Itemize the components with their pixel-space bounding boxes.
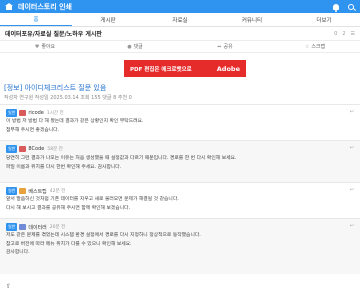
comment-text: 파일 이름과 위치를 다시 한번 확인해 주세요. 감사합니다. (6, 164, 122, 170)
comment-label: 댓글 (133, 44, 143, 50)
reply-icon[interactable]: ↩ (350, 187, 354, 193)
comment-text: 이 방법 저 방법 다 해 봤는데 결과가 같은 상황인지 확인 부탁드려요. (6, 119, 144, 124)
like-label: 좋아요 (41, 44, 56, 50)
member-badge: 일반 (6, 223, 18, 231)
bell-icon (332, 3, 339, 12)
comment-author[interactable]: 베스트팁 (28, 188, 46, 195)
menu-icon[interactable]: ☰ (351, 31, 355, 37)
share-label: 공유 (223, 44, 233, 50)
level-icon (19, 224, 27, 230)
member-badge: 일반 (6, 109, 18, 117)
comment-text: 첨부해 주시면 좋겠습니다. (6, 127, 60, 133)
like-button[interactable]: ♥ 좋아요 (0, 41, 90, 52)
nav-tab-board[interactable]: 게시판 (72, 13, 144, 26)
comment-text: 앞서 말씀하신 것처럼 기존 데이터를 지우고 새로 불러오면 문제가 해결될 … (6, 197, 179, 202)
comment-item: 일반 베스트팁 42분 전 ↩ 앞서 말씀하신 것처럼 기존 데이터를 지우고 … (0, 182, 360, 218)
ad-text: PDF 편집은 에크로뱃으로 (130, 66, 192, 73)
views-count: 0 (334, 30, 338, 37)
comment-button[interactable]: ● 댓글 (90, 41, 180, 52)
comment-author[interactable]: 8Code (28, 146, 44, 152)
comment-time: 20분 전 (49, 225, 66, 230)
comment-item: 일반 ricode 1시간 전 ↩ 이 방법 저 방법 다 해 봤는데 결과가 … (0, 104, 360, 140)
comment-text: 참고로 버전에 따라 메뉴 위치가 다를 수 있으니 확인해 보세요. (6, 241, 132, 247)
scrap-label: 스크랩 (311, 44, 326, 50)
scrap-button[interactable]: ☆ 스크랩 (270, 41, 360, 52)
reply-icon[interactable]: ↩ (350, 145, 354, 151)
search-button[interactable] (346, 2, 355, 11)
comment-time: 58분 전 (47, 147, 63, 152)
comment-text: 감사합니다. (6, 250, 30, 256)
post-meta: 작성자 연구원 작성일 2025.03.14 조회 155 댓글 8 추천 0 (4, 95, 132, 101)
heart-icon: ♥ (34, 43, 40, 50)
search-icon (347, 3, 354, 10)
member-badge: 일반 (6, 187, 18, 195)
star-icon: ☆ (304, 43, 310, 50)
share-icon: ➦ (217, 43, 222, 50)
member-badge: 일반 (6, 145, 18, 153)
comment-time: 1시간 전 (46, 111, 64, 116)
level-icon (19, 110, 27, 116)
nav-tab-community[interactable]: 커뮤니티 (216, 13, 288, 26)
ad-banner[interactable]: PDF 편집은 에크로뱃으로 Adobe (124, 60, 246, 77)
comment-icon: ● (127, 43, 132, 50)
nav-tab-files[interactable]: 자료실 (144, 13, 216, 26)
app-header: 데이터스토리 인쇄 (0, 0, 360, 13)
main-nav: 홈 게시판 자료실 커뮤니티 더보기 (0, 13, 360, 27)
comment-text: 당연히 그런 결과가 나오는 이유는 처음 생성했을 때 설정값과 다르기 때문… (6, 156, 237, 161)
level-icon (19, 188, 27, 194)
post-actions: ♥ 좋아요 ● 댓글 ➦ 공유 ☆ 스크랩 (0, 41, 360, 53)
comment-text: 다시 해 보시고 결과를 공유해 주시면 함께 확인해 보겠습니다. (6, 205, 131, 211)
likes-count: 2 (342, 30, 346, 37)
app-title[interactable]: 데이터스토리 인쇄 (18, 2, 325, 12)
comment-time: 42분 전 (49, 189, 66, 194)
comment-author[interactable]: 데이터러 (28, 224, 46, 231)
board-bar: 데이터포유/자료실 질문/노하우 게시판 0 2 ☰ (0, 27, 360, 41)
nav-tab-home[interactable]: 홈 (0, 13, 72, 26)
reply-icon[interactable]: ↩ (350, 109, 354, 115)
comment-text: 저도 같은 문제를 겪었는데 시스템 환경 설정에서 경로를 다시 지정하니 정… (6, 233, 201, 238)
share-button[interactable]: ➦ 공유 (180, 41, 270, 52)
nav-tab-more[interactable]: 더보기 (288, 13, 360, 26)
comment-item: 일반 8Code 58분 전 ↩ 당연히 그런 결과가 나오는 이유는 처음 생… (0, 140, 360, 182)
comment-item: 일반 데이터러 20분 전 ↩ 저도 같은 문제를 겪었는데 시스템 환경 설정… (0, 218, 360, 274)
scroll-top-button[interactable]: ⇧ (6, 283, 11, 290)
level-icon (19, 146, 27, 152)
post-title[interactable]: [정보] 아이디체크리스트 질문 있음 (4, 83, 106, 93)
board-name[interactable]: 데이터포유/자료실 질문/노하우 게시판 (5, 29, 329, 38)
home-icon[interactable] (5, 3, 13, 10)
adobe-logo: Adobe (216, 64, 240, 73)
notification-button[interactable] (331, 2, 340, 12)
comment-author[interactable]: ricode (28, 110, 44, 116)
reply-icon[interactable]: ↩ (350, 223, 354, 229)
